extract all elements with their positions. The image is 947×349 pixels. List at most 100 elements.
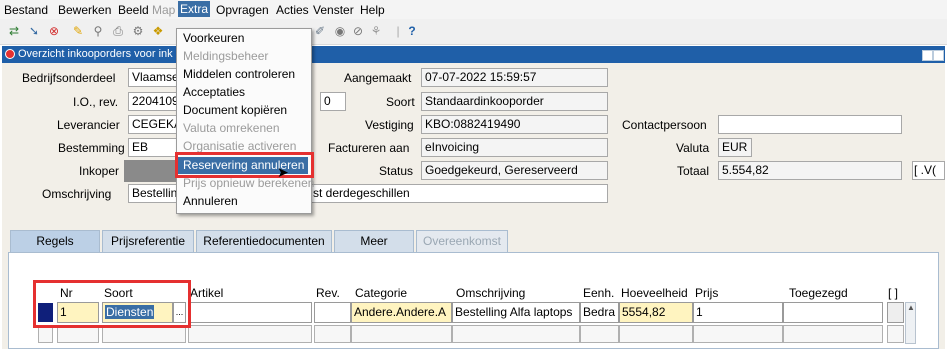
- empty-cell[interactable]: [693, 325, 783, 343]
- record-icon[interactable]: ◉: [332, 23, 348, 39]
- cell-eenh[interactable]: Bedra: [580, 302, 619, 323]
- attach-icon[interactable]: ⚙: [130, 23, 146, 39]
- cell-prijs[interactable]: 1: [693, 302, 783, 323]
- contactpersoon-field[interactable]: [718, 115, 902, 134]
- label-soort: Soort: [386, 95, 415, 109]
- label-aangemaakt: Aangemaakt: [344, 71, 412, 85]
- new-record-icon[interactable]: ⇄: [6, 23, 22, 39]
- empty-cell[interactable]: [351, 325, 452, 343]
- soort-field: Standaardinkooporder: [421, 92, 608, 111]
- cell-hoeveelheid[interactable]: 5554,82: [619, 302, 693, 323]
- minimize-icon[interactable]: [922, 50, 933, 61]
- empty-cell[interactable]: [887, 325, 904, 343]
- scroll-up-icon[interactable]: ▲: [907, 304, 915, 312]
- totaal-field: 5.554,82: [718, 161, 902, 180]
- menu-item-acceptaties[interactable]: Acceptaties: [183, 85, 245, 99]
- maximize-icon[interactable]: [933, 50, 944, 61]
- empty-cell[interactable]: [452, 325, 580, 343]
- label-io-rev: I.O., rev.: [73, 95, 119, 109]
- tab-meer[interactable]: Meer: [334, 230, 414, 252]
- col-header-prijs: Prijs: [695, 286, 719, 300]
- col-header-rev: Rev.: [316, 286, 340, 300]
- label-factureren-aan: Factureren aan: [328, 141, 410, 155]
- folder-tools-icon[interactable]: ⚘: [368, 23, 384, 39]
- factureren-aan-field: eInvoicing: [421, 138, 608, 157]
- attachment-icon[interactable]: ⊘: [350, 23, 366, 39]
- toolbar: ⇄ ➘ ⊗ ✎ ⚲ ⎙ ⚙ ❖ ✐ ◉ ⊘ ⚘ | ?: [0, 19, 947, 45]
- label-bedrijfsonderdeel: Bedrijfsonderdeel: [22, 71, 116, 85]
- menu-item-prijs-opnieuw-berekenen: Prijs opnieuw berekenen: [183, 176, 315, 190]
- cell-categorie[interactable]: Andere.Andere.A: [351, 302, 452, 323]
- tab-regels[interactable]: Regels: [10, 230, 100, 252]
- io-number-field[interactable]: 2204109: [128, 92, 178, 111]
- cell-omschrijving[interactable]: Bestelling Alfa laptops: [452, 302, 580, 323]
- menu-venster[interactable]: Venster: [313, 3, 354, 17]
- bestemming-field[interactable]: EB: [128, 138, 178, 157]
- cell-flex[interactable]: [887, 302, 904, 323]
- label-leverancier: Leverancier: [57, 118, 120, 132]
- cell-toegezegd[interactable]: [783, 302, 883, 323]
- col-header-artikel: Artikel: [190, 286, 224, 300]
- valuta-field: EUR: [718, 138, 752, 157]
- cell-rev[interactable]: [314, 302, 351, 323]
- annotation-highlight-menu-item: [175, 152, 314, 178]
- col-header-categorie: Categorie: [355, 286, 408, 300]
- label-totaal: Totaal: [677, 164, 710, 178]
- inkoper-redacted: [124, 160, 176, 182]
- menu-opvragen[interactable]: Opvragen: [216, 3, 269, 17]
- annotation-highlight-row: [33, 280, 191, 328]
- tab-referentiedocumenten[interactable]: Referentiedocumenten: [196, 230, 332, 252]
- menu-extra[interactable]: Extra: [178, 1, 211, 17]
- help-icon[interactable]: ?: [404, 23, 420, 39]
- menu-acties[interactable]: Acties: [276, 3, 309, 17]
- label-bestemming: Bestemming: [58, 141, 125, 155]
- save-icon[interactable]: ✎: [70, 23, 86, 39]
- menu-map[interactable]: Map: [152, 3, 175, 17]
- col-header-eenh: Eenh.: [583, 286, 615, 300]
- tab-overeenkomst: Overeenkomst: [416, 230, 508, 252]
- empty-cell[interactable]: [314, 325, 351, 343]
- menu-bewerken[interactable]: Bewerken: [58, 3, 111, 17]
- menu-item-middelen-controleren[interactable]: Middelen controleren: [183, 67, 295, 81]
- menu-item-valuta-omrekenen: Valuta omrekenen: [183, 121, 280, 135]
- menu-item-organisatie-activeren: Organisatie activeren: [183, 139, 297, 153]
- vestiging-field: KBO:0882419490: [421, 115, 608, 134]
- menu-help[interactable]: Help: [360, 3, 385, 17]
- navigate-icon[interactable]: ➘: [26, 23, 42, 39]
- label-contactpersoon: Contactpersoon: [622, 118, 707, 132]
- folder-icon[interactable]: ❖: [150, 23, 166, 39]
- label-status: Status: [379, 164, 414, 178]
- menu-item-annuleren[interactable]: Annuleren: [183, 194, 238, 208]
- stop-icon[interactable]: ⊗: [46, 23, 62, 39]
- vertical-scrollbar[interactable]: ▲: [905, 302, 916, 344]
- menu-bar: Bestand Bewerken Beeld Map Extra Opvrage…: [0, 0, 947, 19]
- label-vestiging: Vestiging: [365, 118, 414, 132]
- label-omschrijving: Omschrijving: [42, 187, 112, 201]
- mouse-cursor-icon: ➤: [277, 164, 289, 180]
- menu-item-document-kopieren[interactable]: Document kopiëren: [183, 103, 287, 117]
- label-valuta: Valuta: [676, 141, 710, 155]
- menu-bestand[interactable]: Bestand: [4, 3, 48, 17]
- menu-item-meldingsbeheer: Meldingsbeheer: [183, 49, 269, 63]
- cell-artikel[interactable]: [188, 302, 312, 323]
- translate-icon[interactable]: ✐: [312, 23, 328, 39]
- window-title-bar: Overzicht inkooporders voor ink: [2, 46, 945, 63]
- leverancier-field[interactable]: CEGEKA: [128, 115, 178, 134]
- menu-item-voorkeuren[interactable]: Voorkeuren: [183, 31, 244, 45]
- col-header-omschrijving: Omschrijving: [456, 286, 526, 300]
- menu-beeld[interactable]: Beeld: [118, 3, 149, 17]
- bedrijfsonderdeel-field[interactable]: Vlaamse: [128, 68, 178, 87]
- window-title: Overzicht inkooporders voor ink: [18, 48, 173, 60]
- descriptive-flexfield[interactable]: [ .V(: [912, 161, 945, 180]
- revision-field[interactable]: 0: [320, 92, 346, 111]
- tab-prijsreferentie[interactable]: Prijsreferentie: [102, 230, 194, 252]
- status-field: Goedgekeurd, Gereserveerd: [421, 161, 608, 180]
- empty-cell[interactable]: [188, 325, 312, 343]
- empty-cell[interactable]: [619, 325, 693, 343]
- print-icon[interactable]: ⎙: [110, 23, 126, 39]
- omschrijving-field-right[interactable]: st derdegeschillen: [310, 184, 608, 203]
- empty-cell[interactable]: [783, 325, 883, 343]
- find-icon[interactable]: ⚲: [90, 23, 106, 39]
- empty-cell[interactable]: [580, 325, 619, 343]
- omschrijving-field-left[interactable]: Bestellin: [128, 184, 178, 203]
